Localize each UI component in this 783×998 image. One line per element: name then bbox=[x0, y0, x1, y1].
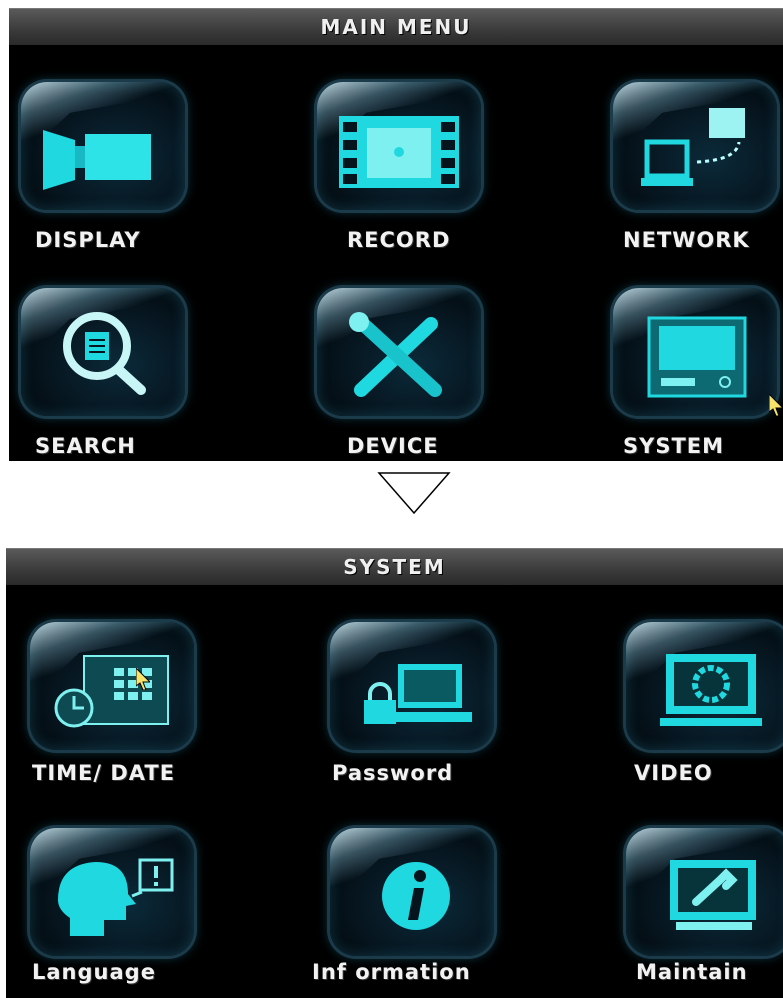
search-magnifier-icon bbox=[63, 312, 146, 395]
system-label: SYSTEM bbox=[623, 434, 725, 458]
system-menu-panel: SYSTEM TIME/ DATE Password VIDEO Languag… bbox=[6, 548, 783, 998]
time-date-menu-button[interactable] bbox=[30, 622, 194, 750]
system-menu-button[interactable] bbox=[613, 288, 777, 416]
maintain-label: Maintain bbox=[636, 960, 748, 984]
network-icon bbox=[641, 108, 745, 186]
tools-icon bbox=[349, 312, 442, 397]
display-icon bbox=[43, 130, 151, 190]
network-label: NETWORK bbox=[623, 228, 750, 252]
language-label: Language bbox=[32, 960, 156, 984]
video-monitor-icon bbox=[660, 654, 762, 726]
lock-monitor-icon bbox=[364, 664, 472, 724]
search-label: SEARCH bbox=[35, 434, 136, 458]
language-menu-button[interactable] bbox=[30, 828, 194, 956]
video-menu-button[interactable] bbox=[626, 622, 783, 750]
down-arrow-icon bbox=[377, 472, 451, 515]
speaking-head-icon bbox=[58, 858, 174, 936]
clock-calendar-icon bbox=[54, 655, 169, 728]
password-label: Password bbox=[332, 761, 454, 785]
record-menu-button[interactable] bbox=[317, 82, 481, 210]
mouse-cursor-icon bbox=[769, 394, 783, 416]
maintain-menu-button[interactable] bbox=[626, 828, 783, 956]
main-menu-panel: MAIN MENU DISPLAY RECORD NETWORK SEARCH … bbox=[9, 8, 783, 461]
system-menu-title: SYSTEM bbox=[6, 548, 783, 585]
computer-system-icon bbox=[647, 316, 747, 398]
film-record-icon bbox=[339, 116, 459, 188]
display-label: DISPLAY bbox=[35, 228, 141, 252]
wrench-monitor-icon bbox=[670, 860, 756, 930]
info-icon bbox=[382, 862, 450, 930]
time-date-label: TIME/ DATE bbox=[32, 761, 176, 785]
device-menu-button[interactable] bbox=[317, 288, 481, 416]
display-menu-button[interactable] bbox=[21, 82, 185, 210]
device-label: DEVICE bbox=[347, 434, 439, 458]
video-label: VIDEO bbox=[634, 761, 713, 785]
information-label: Inf ormation bbox=[312, 960, 471, 984]
search-menu-button[interactable] bbox=[21, 288, 185, 416]
network-menu-button[interactable] bbox=[613, 82, 777, 210]
information-menu-button[interactable] bbox=[330, 828, 494, 956]
password-menu-button[interactable] bbox=[330, 622, 494, 750]
record-label: RECORD bbox=[347, 228, 451, 252]
mouse-cursor-icon-system bbox=[136, 668, 150, 690]
main-menu-title: MAIN MENU bbox=[9, 8, 783, 45]
